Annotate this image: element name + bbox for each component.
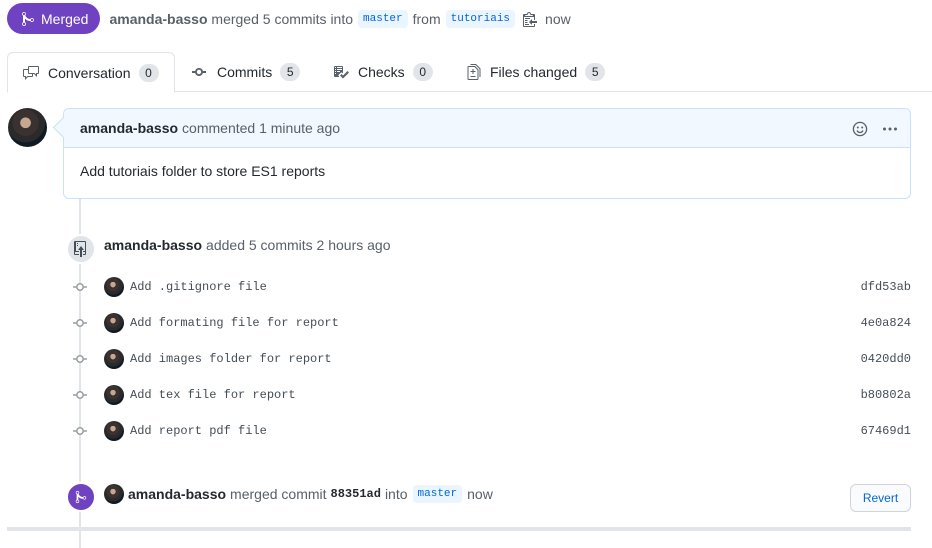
- pr-author-link[interactable]: amanda-basso: [109, 11, 207, 27]
- tab-conversation-count: 0: [138, 63, 159, 82]
- tab-checks-label: Checks: [358, 64, 405, 80]
- state-label: Merged: [41, 10, 89, 27]
- smiley-icon[interactable]: [852, 121, 868, 137]
- tab-files-changed-label: Files changed: [490, 64, 578, 80]
- commit-row: Add tex file for report b80802a: [70, 384, 911, 406]
- comment-body: Add tutoriais folder to store ES1 report…: [80, 163, 326, 179]
- tab-conversation-label: Conversation: [48, 64, 131, 81]
- pr-summary: amanda-basso merged 5 commits into maste…: [109, 9, 571, 28]
- avatar[interactable]: [104, 484, 124, 504]
- avatar[interactable]: [104, 349, 124, 369]
- avatar[interactable]: [104, 277, 124, 297]
- pr-action-text: merged 5 commits into: [211, 10, 354, 27]
- commit-sha-link[interactable]: dfd53ab: [861, 280, 911, 294]
- merge-event-text: merged commit: [230, 486, 327, 502]
- tab-files-changed-count: 5: [585, 63, 606, 81]
- git-commit-icon: [192, 68, 206, 76]
- avatar[interactable]: [104, 385, 124, 405]
- checklist-icon: [334, 66, 349, 79]
- merge-event: amanda-basso merged commit 88351ad into …: [104, 484, 493, 504]
- merge-base-branch[interactable]: master: [412, 485, 463, 503]
- pr-tabs: Conversation 0 Commits 5 Checks 0 Files …: [7, 52, 932, 93]
- commit-row: Add .gitignore file dfd53ab: [70, 276, 911, 298]
- revert-button[interactable]: Revert: [850, 484, 911, 512]
- kebab-horizontal-icon[interactable]: [882, 121, 898, 137]
- repo-push-icon: [66, 234, 96, 264]
- tab-checks-count: 0: [412, 63, 433, 81]
- tab-commits-count: 5: [280, 63, 301, 81]
- git-commit-icon: [73, 319, 87, 327]
- commit-row: Add formating file for report 4e0a824: [70, 312, 911, 334]
- commit-sha-link[interactable]: b80802a: [861, 388, 911, 402]
- commit-message-link[interactable]: Add images folder for report: [130, 352, 332, 366]
- git-commit-icon: [73, 427, 87, 435]
- clipboard-icon[interactable]: [523, 11, 538, 27]
- commit-sha-link[interactable]: 67469d1: [861, 424, 911, 438]
- git-merge-icon: [66, 482, 96, 512]
- comment-meta[interactable]: commented 1 minute ago: [182, 120, 340, 136]
- commit-sha-link[interactable]: 0420dd0: [861, 352, 911, 366]
- into-text: into: [384, 486, 408, 502]
- commits-added-event: amanda-basso added 5 commits 2 hours ago: [104, 237, 391, 253]
- commits-event-text: added 5 commits 2 hours ago: [206, 237, 391, 253]
- git-commit-icon: [73, 355, 87, 363]
- commit-message-link[interactable]: Add .gitignore file: [130, 280, 267, 294]
- commits-event-author-link[interactable]: amanda-basso: [104, 237, 202, 253]
- commit-row: Add images folder for report 0420dd0: [70, 348, 911, 370]
- head-branch[interactable]: tutoriais: [445, 9, 516, 28]
- merge-time: now: [467, 486, 493, 502]
- from-text: from: [412, 10, 441, 27]
- commit-message-link[interactable]: Add formating file for report: [130, 316, 339, 330]
- commit-message-link[interactable]: Add tex file for report: [130, 388, 296, 402]
- git-commit-icon: [73, 283, 87, 291]
- git-merge-icon: [22, 11, 34, 26]
- comment-header: amanda-basso commented 1 minute ago: [64, 109, 910, 148]
- tab-files-changed[interactable]: Files changed 5: [452, 52, 620, 92]
- tab-checks[interactable]: Checks 0: [318, 52, 448, 92]
- comment-actions: [838, 109, 898, 148]
- tab-commits[interactable]: Commits 5: [177, 52, 315, 92]
- tab-conversation[interactable]: Conversation 0: [7, 52, 175, 93]
- pr-time: now: [545, 10, 571, 27]
- merge-commit-sha-link[interactable]: 88351ad: [331, 487, 381, 501]
- base-branch[interactable]: master: [358, 9, 408, 28]
- comment-box: amanda-basso commented 1 minute ago Add …: [63, 108, 911, 199]
- commit-message-link[interactable]: Add report pdf file: [130, 424, 267, 438]
- tab-commits-label: Commits: [217, 64, 273, 80]
- commit-row: Add report pdf file 67469d1: [70, 420, 911, 442]
- avatar[interactable]: [104, 313, 124, 333]
- avatar[interactable]: [8, 108, 47, 147]
- comment-author-link[interactable]: amanda-basso: [80, 120, 178, 136]
- merged-state-badge: Merged: [7, 3, 101, 34]
- timeline-end-divider: [7, 527, 911, 531]
- comment-discussion-icon: [23, 65, 39, 80]
- file-diff-icon: [467, 64, 481, 80]
- commit-sha-link[interactable]: 4e0a824: [861, 316, 911, 330]
- merge-event-author-link[interactable]: amanda-basso: [128, 486, 226, 502]
- git-commit-icon: [73, 391, 87, 399]
- avatar[interactable]: [104, 421, 124, 441]
- pr-header: Merged amanda-basso merged 5 commits int…: [7, 3, 571, 34]
